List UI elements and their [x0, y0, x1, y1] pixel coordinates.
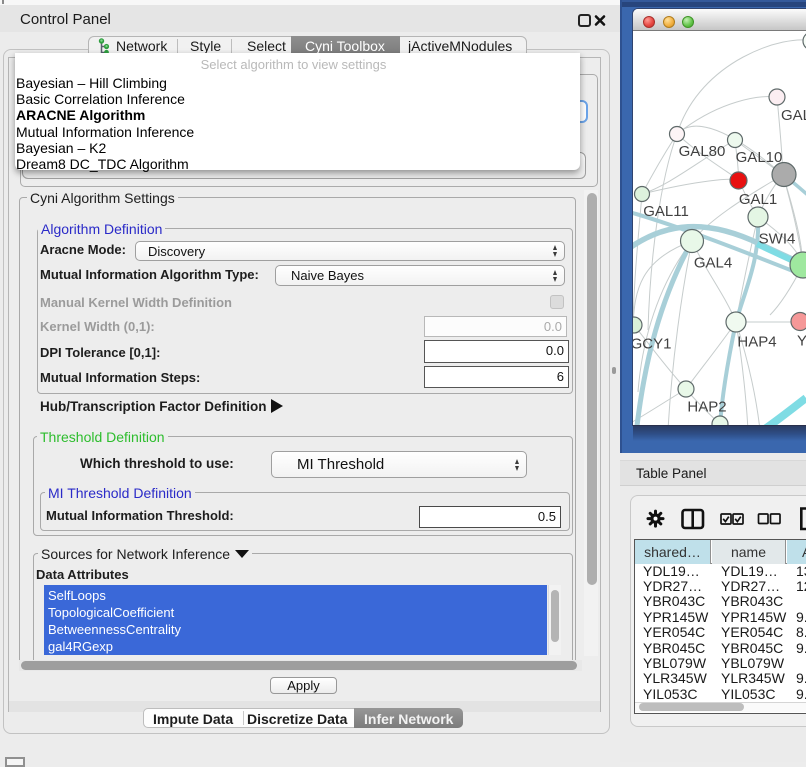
svg-text:YB: YB [797, 333, 806, 350]
svg-text:GCY1: GCY1 [633, 336, 671, 353]
svg-text:GAL1: GAL1 [739, 191, 777, 208]
svg-text:GAL10: GAL10 [736, 149, 783, 166]
svg-text:HAP2: HAP2 [687, 399, 726, 416]
svg-text:SWI4: SWI4 [759, 231, 796, 248]
svg-text:GAL11: GAL11 [643, 203, 689, 220]
svg-text:GAL80: GAL80 [679, 143, 726, 160]
svg-text:GAL7: GAL7 [781, 107, 806, 124]
svg-text:HAP4: HAP4 [737, 334, 776, 351]
svg-text:GAL4: GAL4 [694, 255, 732, 272]
